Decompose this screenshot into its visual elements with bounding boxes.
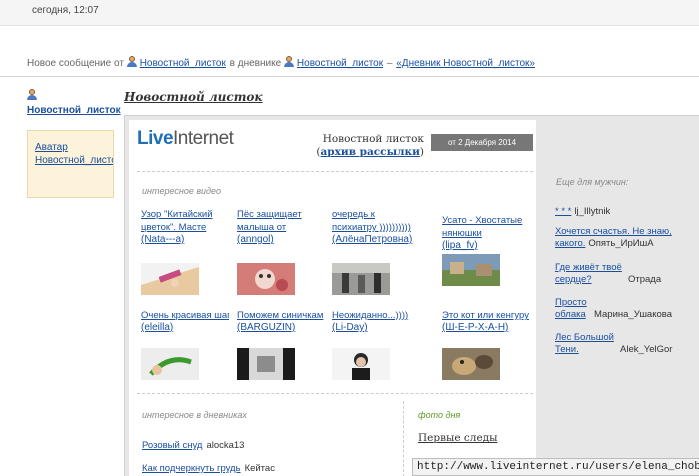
side-item: Где живёт твоё сердце? Отрада bbox=[555, 262, 695, 286]
side-post-link[interactable]: Где живёт твоё сердце? bbox=[555, 262, 625, 286]
newsletter-side-column: Еще для мужчин: * * * lj_Illytnik Хочется… bbox=[536, 120, 699, 476]
video-thumbnail[interactable] bbox=[332, 348, 390, 380]
user-icon bbox=[27, 89, 37, 100]
side-section-label: Еще для мужчин: bbox=[556, 177, 629, 187]
user-icon bbox=[283, 56, 294, 67]
photo-of-day-link[interactable]: Первые следы bbox=[418, 432, 498, 444]
video-thumbnail[interactable] bbox=[141, 348, 199, 380]
author-avatar-box: Аватар Новостной_листок bbox=[27, 130, 114, 198]
newsletter-main: LiveInternet Новостной листок (архив рас… bbox=[129, 120, 536, 476]
video-author[interactable]: (BARGUZIN) bbox=[237, 322, 295, 333]
video-item[interactable]: Пёс защищает малыша от пылесос (anngol) bbox=[237, 208, 325, 245]
photo-section-label: фото дня bbox=[418, 410, 461, 420]
avatar-user-link[interactable]: Новостной_листок bbox=[35, 154, 113, 167]
side-author: Отрада bbox=[628, 274, 662, 285]
video-title-link[interactable]: Очень красивая шапочка. bbox=[141, 309, 229, 322]
column-divider bbox=[403, 401, 404, 476]
notice-diary-user-link[interactable]: Новостной_листок bbox=[297, 58, 383, 69]
avatar-link[interactable]: Аватар bbox=[35, 141, 113, 154]
side-author: Марина_Ушакова bbox=[594, 309, 672, 320]
video-thumbnail[interactable] bbox=[237, 348, 295, 380]
side-post-link[interactable]: Просто облака bbox=[555, 297, 591, 321]
user-icon bbox=[126, 56, 137, 67]
side-author: Alek_YelGor bbox=[620, 344, 673, 355]
diaries-section-label: интересное в дневниках bbox=[142, 410, 247, 420]
section-divider bbox=[137, 171, 533, 172]
side-item: Просто облака Марина_Ушакова bbox=[555, 297, 695, 321]
video-item[interactable]: Очень красивая шапочка. (eleilla) bbox=[141, 309, 229, 333]
video-title-link[interactable]: Это кот или кенгуру bbox=[442, 309, 530, 322]
video-thumbnail[interactable] bbox=[442, 348, 500, 380]
notice-middle: в дневнике bbox=[229, 58, 282, 69]
video-author[interactable]: (eleilla) bbox=[141, 322, 173, 333]
video-author[interactable]: (anngol) bbox=[237, 234, 274, 245]
side-item: Лес Большой Тени. Alek_YelGor bbox=[555, 332, 695, 356]
video-item[interactable]: Это кот или кенгуру (Ш-Е-Р-Х-А-Н) bbox=[442, 309, 530, 333]
video-title-link[interactable]: Неожиданно...)))) bbox=[332, 309, 420, 322]
post-title[interactable]: Новостной листок bbox=[124, 90, 263, 104]
diary-item: Розовый снуд alocka13 bbox=[142, 440, 244, 451]
video-item[interactable]: Узор "Китайский цветок". Масте (Nata---a… bbox=[141, 208, 229, 245]
diary-item: Как подчеркнуть грудь Кейтас bbox=[142, 463, 275, 474]
notice-prefix: Новое сообщение от bbox=[27, 58, 124, 69]
archive-link[interactable]: архив рассылки bbox=[321, 146, 420, 158]
video-title-link[interactable]: Усато - Хвостатые нянюшки bbox=[442, 214, 530, 240]
author-name-link[interactable]: Новостной_листок bbox=[27, 105, 121, 116]
side-author: lj_Illytnik bbox=[574, 206, 611, 217]
video-author[interactable]: (lipa_fv) bbox=[442, 240, 478, 251]
side-item: Хочется счастья. Не знаю, какого. Опять_И… bbox=[555, 226, 695, 250]
side-item: * * * lj_Illytnik bbox=[555, 206, 695, 218]
newsletter-title: Новостной листок (архив рассылки) bbox=[316, 133, 424, 158]
video-title-link[interactable]: очередь к психиатру )))))))))) bbox=[332, 208, 420, 234]
timestamp: сегодня, 12:07 bbox=[32, 5, 99, 16]
newsletter-date: от 2 Декабря 2014 bbox=[431, 134, 533, 151]
newsletter: LiveInternet Новостной листок (архив рас… bbox=[124, 115, 699, 476]
liveinternet-logo[interactable]: LiveInternet bbox=[137, 128, 234, 150]
notice-diary-link[interactable]: «Дневник Новостной_листок» bbox=[396, 58, 535, 69]
video-thumbnail[interactable] bbox=[332, 263, 390, 295]
diary-author: Кейтас bbox=[244, 463, 275, 474]
status-bar-url: http://www.liveinternet.ru/users/elena_c… bbox=[412, 458, 699, 476]
diary-post-link[interactable]: Как подчеркнуть грудь bbox=[142, 463, 241, 474]
diary-post-link[interactable]: Розовый снуд bbox=[142, 440, 202, 451]
video-title-link[interactable]: Поможем синичкам bbox=[237, 309, 325, 322]
notice-dash: – bbox=[386, 58, 393, 69]
new-message-notice: Новое сообщение от Новостной_листок в дн… bbox=[27, 56, 536, 69]
side-author: Опять_ИрИшА bbox=[588, 238, 654, 249]
video-title-link[interactable]: Узор "Китайский цветок". Масте bbox=[141, 208, 229, 234]
video-author[interactable]: (АлёнаПетровна) bbox=[332, 234, 412, 245]
video-title-link[interactable]: Пёс защищает малыша от пылесос bbox=[237, 208, 325, 234]
top-bar: сегодня, 12:07 bbox=[0, 0, 699, 26]
video-item[interactable]: Поможем синичкам (BARGUZIN) bbox=[237, 309, 325, 333]
video-thumbnail[interactable] bbox=[442, 254, 500, 286]
video-author[interactable]: (Ш-Е-Р-Х-А-Н) bbox=[442, 322, 508, 333]
diary-author: alocka13 bbox=[206, 440, 245, 451]
header-divider bbox=[0, 76, 699, 77]
section-divider bbox=[137, 393, 533, 394]
video-section-label: интересное видео bbox=[142, 186, 222, 196]
video-thumbnail[interactable] bbox=[141, 263, 199, 295]
notice-from-user-link[interactable]: Новостной_листок bbox=[140, 58, 226, 69]
side-post-link[interactable]: Лес Большой Тени. bbox=[555, 332, 617, 356]
video-item[interactable]: Неожиданно...)))) (Li-Day) bbox=[332, 309, 420, 333]
video-author[interactable]: (Nata---a) bbox=[141, 234, 184, 245]
video-item[interactable]: Усато - Хвостатые нянюшки (lipa_fv) bbox=[442, 214, 530, 251]
video-thumbnail[interactable] bbox=[237, 263, 295, 295]
video-author[interactable]: (Li-Day) bbox=[332, 322, 368, 333]
author-block: Новостной_листок bbox=[27, 89, 121, 116]
side-post-link[interactable]: * * * bbox=[555, 206, 571, 217]
video-item[interactable]: очередь к психиатру )))))))))) (АлёнаПет… bbox=[332, 208, 420, 245]
